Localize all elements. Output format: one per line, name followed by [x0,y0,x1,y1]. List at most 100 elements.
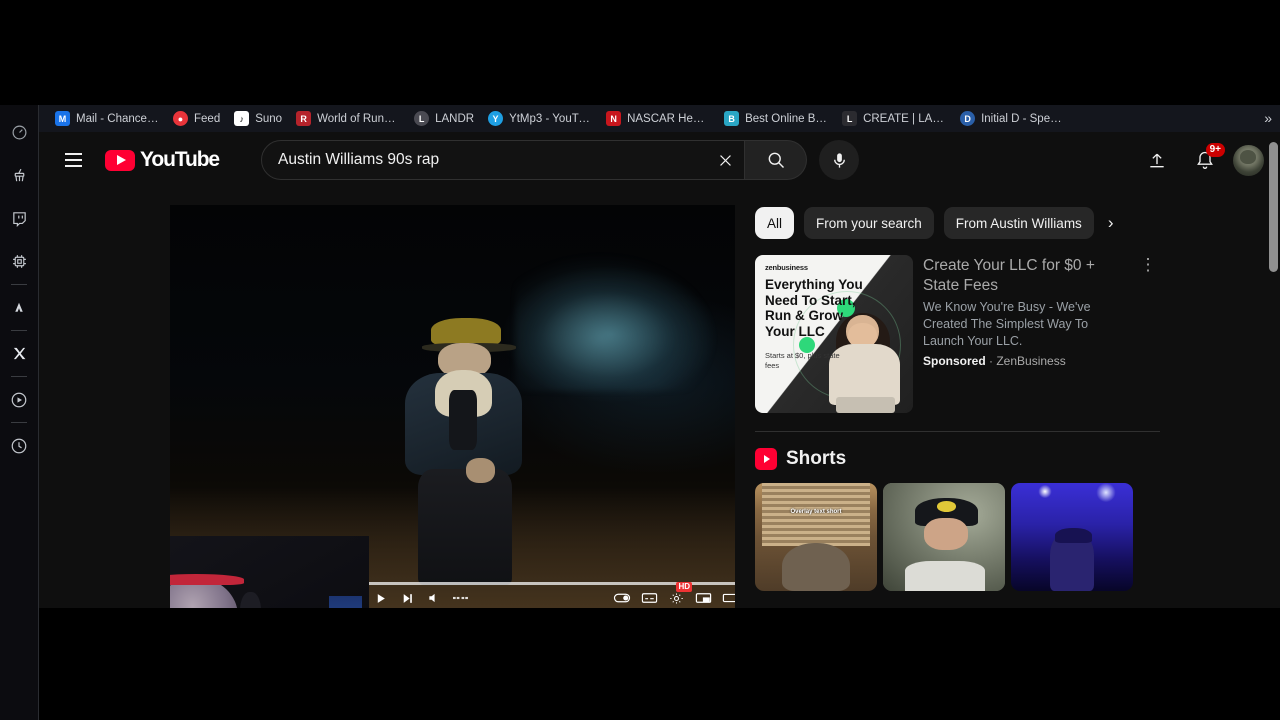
bookmark-item[interactable]: Y YtMp3 - YouTube t... [481,108,599,129]
webcam-headphone-right [239,592,262,608]
short-1-cap [781,543,851,591]
speedometer-icon[interactable] [0,111,38,154]
create-upload-icon[interactable] [1137,140,1177,180]
youtube-logo-text: YouTube [140,148,220,171]
feed-icon: ● [173,111,188,126]
shorts-icon [755,448,777,470]
ad-advertiser: ZenBusiness [996,354,1066,368]
bookmark-bar: M Mail - Chance Wilki... ● Feed ♪ Suno R… [38,105,1280,132]
clock-icon[interactable] [0,424,38,467]
video-player[interactable]: HD [170,205,735,608]
bookmark-overflow-button[interactable]: » [1264,110,1272,126]
bookmark-label: LANDR [435,112,475,125]
guide-menu-button[interactable] [53,140,93,180]
filter-chip-all[interactable]: All [755,207,795,239]
notification-count-badge: 9+ [1205,143,1225,157]
sponsored-ad-item[interactable]: zenbusiness Everything You Need To Start… [755,255,1160,413]
search-input[interactable]: Austin Williams 90s rap [261,140,746,180]
miniplayer-icon[interactable] [694,590,712,606]
next-icon[interactable] [398,590,416,606]
mail-icon: M [55,111,70,126]
video-subject [402,318,526,593]
filter-chip-from-your-search[interactable]: From your search [804,207,934,239]
browser-icon-rail [0,105,38,720]
short-item[interactable] [1011,483,1133,591]
shorts-section-header: Shorts [755,448,1160,470]
short-item[interactable] [883,483,1005,591]
bottom-letterbox [0,608,1280,720]
bandlab-icon: B [724,111,740,126]
ad-description: We Know You're Busy - We've Created The … [923,300,1091,348]
short-1-overlay-text: Overlay text short [790,508,842,515]
bookmark-item[interactable]: B Best Online Bandla... [717,108,835,129]
top-letterbox [0,0,1280,105]
shorts-shelf: Overlay text short [755,483,1160,591]
bookmark-item[interactable]: R World of Rune-Wor... [289,108,407,129]
play-icon[interactable] [371,590,389,606]
ad-thumb-headline: Everything You Need To Start, Run & Grow… [765,277,863,339]
bookmark-label: Feed [194,112,221,125]
bookmark-label: Best Online Bandla... [745,112,829,125]
bookmark-item[interactable]: L CREATE | LAIVE : AI... [835,108,953,129]
webcam-overlay [170,536,369,608]
arc-icon[interactable] [0,286,38,329]
youtube-header: YouTube Austin Williams 90s rap 9+ [39,132,1280,188]
initiald-icon: D [960,111,976,126]
short-2-shirt [904,560,986,591]
webcam-subject [170,570,270,608]
webcam-monitor [329,596,363,608]
bookmark-item[interactable]: M Mail - Chance Wilki... [48,108,166,129]
autoplay-icon[interactable] [613,590,631,606]
theater-icon[interactable] [721,590,735,606]
ad-title[interactable]: Create Your LLC for $0 + State Fees [923,256,1126,296]
screen-root: M Mail - Chance Wilki... ● Feed ♪ Suno R… [0,0,1280,720]
subject-hat [431,318,502,346]
short-3-light-right [1096,483,1116,503]
voice-search-button[interactable] [819,140,860,180]
youtube-logo[interactable]: YouTube [105,148,220,172]
ytmp3-icon: Y [488,111,504,126]
quality-icon[interactable]: HD [667,582,692,606]
ad-separator: · [985,354,997,368]
chevron-right-icon[interactable]: › [1104,213,1114,233]
subject-legs [417,469,513,585]
search-area: Austin Williams 90s rap [261,140,860,180]
rail-separator [11,376,27,377]
bookmark-item[interactable]: D Initial D - Special St... [953,108,1071,129]
nascar-icon: N [606,111,622,126]
player-controls: HD [369,582,735,608]
youtube-play-icon [105,149,135,171]
section-divider [755,431,1160,432]
subtitles-icon[interactable] [640,590,658,606]
broom-icon[interactable] [0,154,38,197]
bookmark-item[interactable]: ♪ Suno [227,108,289,129]
x-twitter-icon[interactable] [0,332,38,375]
volume-icon[interactable] [425,590,443,606]
quality-badge: HD [676,582,692,592]
play-circle-icon[interactable] [0,378,38,421]
rune-icon: R [296,111,312,126]
twitch-icon[interactable] [0,197,38,240]
ad-more-options-icon[interactable]: ⋮ [1136,255,1160,413]
video-background-tree [514,253,719,391]
search-clear-button[interactable] [706,141,744,179]
filter-chip-from-austin-williams[interactable]: From Austin Williams [943,207,1094,239]
bookmark-item[interactable]: L LANDR [407,108,481,129]
chip-icon[interactable] [0,240,38,283]
avatar[interactable] [1233,144,1264,176]
page-scrollbar-thumb[interactable] [1269,142,1278,272]
short-item[interactable]: Overlay text short [755,483,877,591]
rail-separator [11,284,27,285]
bookmark-item[interactable]: N NASCAR Heat 5 Do... [599,108,717,129]
ad-thumbnail[interactable]: zenbusiness Everything You Need To Start… [755,255,913,413]
search-submit-button[interactable] [745,140,808,180]
short-3-light-left [1037,485,1053,499]
bookmark-item[interactable]: ● Feed [166,108,227,129]
landr-icon: L [414,111,430,126]
notifications-icon[interactable]: 9+ [1185,140,1225,180]
rail-edge-divider [38,105,39,720]
subject-shirt [448,389,478,450]
rail-separator [11,330,27,331]
secondary-sidebar: All From your search From Austin William… [755,205,1160,608]
bookmark-label: Initial D - Special St... [981,112,1065,125]
